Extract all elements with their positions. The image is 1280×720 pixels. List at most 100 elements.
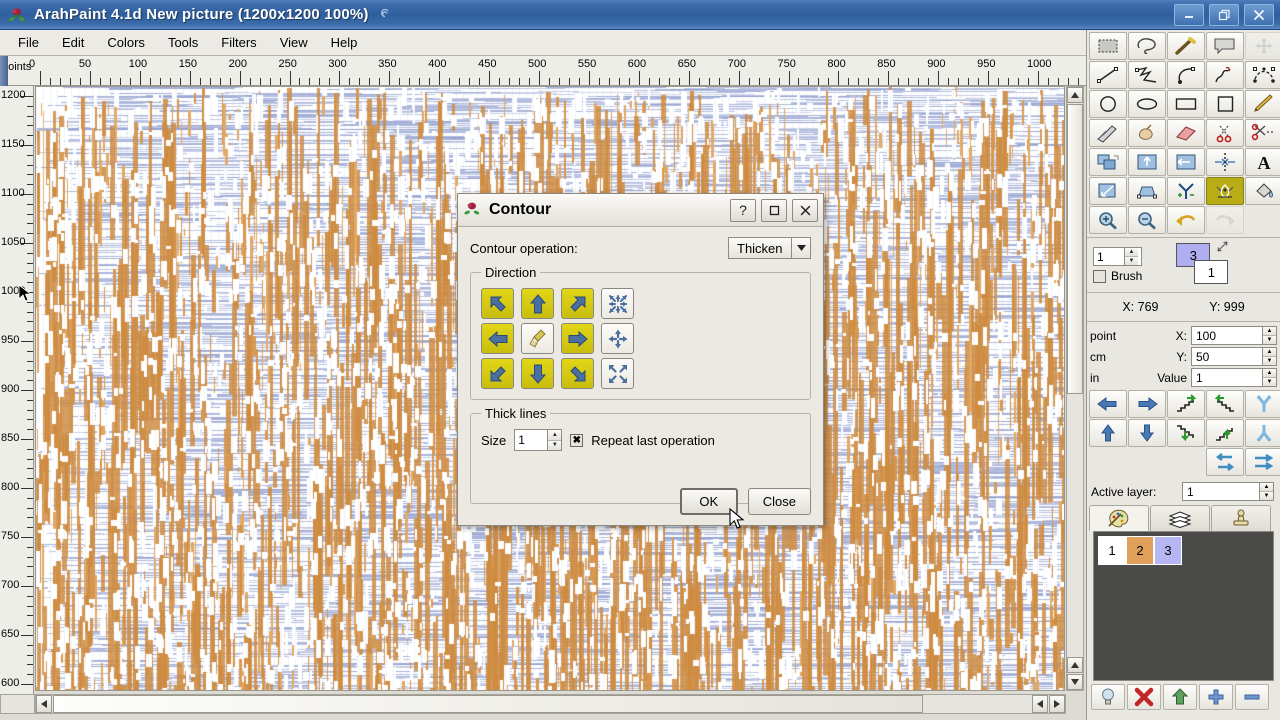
zoom-input[interactable] [1094,248,1124,265]
active-layer-up[interactable]: ▲ [1260,483,1273,492]
mirror-horizontal-button[interactable] [1206,448,1244,476]
direction-up-right-button[interactable] [561,288,594,319]
square-tool[interactable] [1206,90,1244,118]
scroll-down-arrow[interactable] [1067,674,1083,690]
menu-view[interactable]: View [270,31,318,54]
lasso-select-tool[interactable] [1128,32,1166,60]
step-down-left-button[interactable] [1167,419,1205,447]
zoom-up-arrow[interactable]: ▲ [1125,248,1138,257]
point-y-stepper[interactable]: ▲ ▼ [1262,348,1276,365]
split-vertical-button[interactable] [1245,390,1280,418]
color-pair-widget[interactable]: 3 1 [1176,240,1254,287]
direction-up-left-button[interactable] [481,288,514,319]
zoom-stepper-buttons[interactable]: ▲ ▼ [1124,248,1138,265]
value-down[interactable]: ▼ [1263,378,1276,386]
contour-operation-dropdown[interactable]: Thicken [728,237,811,259]
shift-left-button[interactable] [1089,390,1127,418]
perspective-tool[interactable] [1128,177,1166,205]
menu-edit[interactable]: Edit [52,31,94,54]
active-layer-field[interactable]: ▲▼ [1182,482,1274,501]
minimize-button[interactable] [1174,4,1204,26]
shift-down-button[interactable] [1128,419,1166,447]
zoom-stepper[interactable]: ▲ ▼ [1093,247,1143,266]
active-layer-stepper[interactable]: ▲ ▼ [1259,483,1273,500]
horizontal-ruler[interactable]: points 0 50 100 150 200 250 300 350 400 450 500 550… [0,56,1086,86]
copy-move-tool[interactable] [1089,148,1127,176]
direction-down-left-button[interactable] [481,358,514,389]
direction-all-corners-button[interactable] [601,358,634,389]
freehand-tool[interactable] [1206,61,1244,89]
redo-tool[interactable] [1206,206,1244,234]
eraser-tool[interactable] [1167,119,1205,147]
point-x-down[interactable]: ▼ [1263,336,1276,344]
lightbulb-button[interactable] [1091,684,1125,710]
size-up-arrow[interactable]: ▲ [548,430,562,441]
palette-swatch[interactable]: 1 [1098,536,1126,565]
menu-help[interactable]: Help [321,31,368,54]
add-remove-tool[interactable] [1167,177,1205,205]
menu-tools[interactable]: Tools [158,31,208,54]
smudge-tool[interactable] [1128,119,1166,147]
step-up-right-button[interactable] [1206,419,1244,447]
layers-tab[interactable] [1150,505,1210,531]
palette-swatch[interactable]: 3 [1154,536,1182,565]
scroll-up-arrow[interactable] [1067,87,1083,103]
point-y-field[interactable]: ▲▼ [1191,347,1277,366]
dialog-help-button[interactable]: ? [730,198,756,222]
merge-vertical-button[interactable] [1245,419,1280,447]
scissors-tool[interactable] [1245,119,1280,147]
stamp-tab[interactable] [1211,505,1271,531]
menu-filters[interactable]: Filters [211,31,266,54]
move-tool[interactable] [1245,32,1280,60]
dialog-close-button[interactable] [792,198,818,222]
repeat-horizontal-button[interactable] [1245,448,1280,476]
direction-all-orthogonal-button[interactable] [601,323,634,354]
unit-cm-label[interactable]: cm [1090,350,1130,364]
vertical-scrollbar[interactable] [1066,86,1084,691]
curve-tool[interactable] [1167,61,1205,89]
vertical-ruler[interactable]: 1200 1150 1100 1050 1000 950 900 850 800 750 700 65… [0,86,34,704]
scroll-down-arrow-upper[interactable] [1067,657,1083,673]
ellipse-tool[interactable] [1128,90,1166,118]
unit-in-label[interactable]: in [1090,371,1130,385]
scale-tool[interactable] [1089,177,1127,205]
magic-wand-tool[interactable] [1167,32,1205,60]
zoom-in-tool[interactable] [1089,206,1127,234]
rectangle-tool[interactable] [1167,90,1205,118]
flip-horizontal-tool[interactable] [1167,148,1205,176]
bezier-tool[interactable] [1245,61,1280,89]
contour-tool[interactable] [1206,177,1244,205]
pencil-tool[interactable] [1245,90,1280,118]
cut-tool[interactable] [1206,119,1244,147]
shift-up-button[interactable] [1089,419,1127,447]
palette-tab[interactable] [1089,505,1149,531]
point-x-stepper[interactable]: ▲ ▼ [1262,327,1276,344]
value-stepper[interactable]: ▲ ▼ [1262,369,1276,386]
active-layer-input[interactable] [1183,483,1259,500]
menu-colors[interactable]: Colors [97,31,155,54]
point-x-input[interactable] [1192,327,1262,344]
value-input[interactable] [1192,369,1262,386]
close-button[interactable] [1244,4,1274,26]
dialog-maximize-button[interactable] [761,198,787,222]
repeat-last-operation-checkbox[interactable]: ✖ [570,433,584,447]
point-y-input[interactable] [1192,348,1262,365]
vertical-scroll-thumb[interactable] [1067,104,1083,394]
flip-vertical-tool[interactable] [1128,148,1166,176]
swap-colors-icon[interactable] [1216,240,1230,257]
direction-left-button[interactable] [481,323,514,354]
point-x-field[interactable]: ▲▼ [1191,326,1277,345]
background-color-swatch[interactable]: 1 [1194,260,1229,284]
merge-color-button[interactable] [1163,684,1197,710]
direction-up-button[interactable] [521,288,554,319]
size-stepper[interactable]: ▲ ▼ [514,429,563,451]
menu-file[interactable]: File [8,31,49,54]
close-dialog-button[interactable]: Close [747,488,811,515]
horizontal-scroll-thumb[interactable] [53,695,923,713]
unit-point-label[interactable]: point [1090,329,1130,343]
step-left-up-button[interactable] [1206,390,1244,418]
shift-right-button[interactable] [1128,390,1166,418]
value-up[interactable]: ▲ [1263,369,1276,378]
point-x-up[interactable]: ▲ [1263,327,1276,336]
size-down-arrow[interactable]: ▼ [548,440,562,450]
